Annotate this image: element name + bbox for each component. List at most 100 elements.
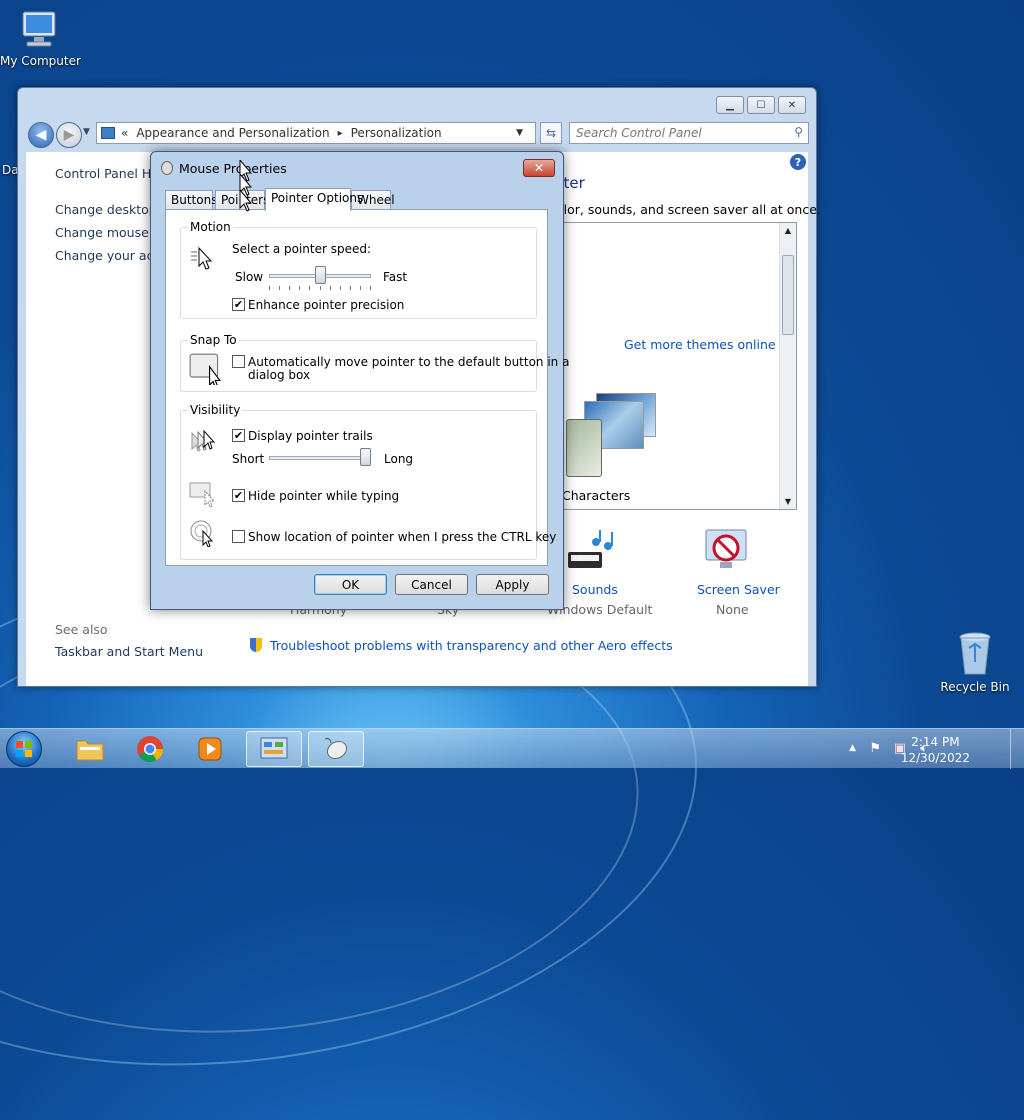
show-location-checkbox[interactable]	[232, 530, 245, 543]
enhance-precision-checkbox[interactable]: ✔	[232, 298, 245, 311]
pointer-speed-ticks	[269, 286, 371, 290]
breadcrumb-appearance[interactable]: Appearance and Personalization	[136, 126, 329, 140]
slider-tick	[319, 286, 321, 290]
taskbar-start-menu-link[interactable]: Taskbar and Start Menu	[55, 644, 203, 659]
slider-tick	[279, 286, 281, 290]
action-center-icon[interactable]: ⚑	[869, 741, 881, 756]
control-panel-icon	[260, 737, 288, 759]
taskbar-media-player[interactable]	[182, 731, 238, 767]
system-clock[interactable]: 2:14 PM 12/30/2022	[901, 734, 970, 766]
tab-pointer-options[interactable]: Pointer Options	[265, 188, 363, 211]
scroll-up-icon[interactable]: ▲	[780, 226, 796, 235]
refresh-button[interactable]: ⇆	[540, 122, 562, 144]
search-icon[interactable]: ⚲	[794, 125, 803, 139]
show-hidden-icons[interactable]: ▲	[849, 743, 856, 753]
start-button[interactable]	[6, 731, 42, 767]
window-caption-buttons: ▁ ☐ ✕	[713, 96, 806, 114]
mouse-properties-dialog: Mouse Properties ✕ Buttons Pointers Poin…	[150, 151, 569, 610]
tab-buttons[interactable]: Buttons	[165, 190, 217, 210]
back-button[interactable]: ◀	[28, 122, 54, 148]
scroll-down-icon[interactable]: ▼	[780, 497, 796, 506]
mouse-icon	[161, 161, 173, 175]
clock-date: 12/30/2022	[900, 751, 970, 765]
trail-length-track[interactable]	[269, 456, 371, 460]
breadcrumb-personalization[interactable]: Personalization	[351, 126, 442, 140]
help-icon[interactable]: ?	[790, 154, 806, 170]
pointer-trails-icon	[191, 429, 216, 452]
address-dropdown-icon[interactable]: ▼	[516, 128, 523, 138]
pointer-speed-label: Select a pointer speed:	[232, 242, 372, 256]
desktop-icon-label: My Computer	[0, 54, 81, 68]
slider-tick	[289, 286, 291, 290]
pointer-trails-label[interactable]: Display pointer trails	[248, 429, 373, 443]
computer-icon	[22, 11, 56, 47]
search-placeholder: Search Control Panel	[576, 126, 702, 140]
taskbar-chrome[interactable]	[122, 731, 178, 767]
slider-tick	[329, 286, 331, 290]
control-panel-home-link[interactable]: Control Panel Hor	[55, 166, 164, 181]
short-label: Short	[232, 452, 265, 466]
cancel-button[interactable]: Cancel	[395, 574, 468, 595]
slider-tick	[339, 286, 341, 290]
troubleshoot-transparency-link[interactable]: Troubleshoot problems with transparency …	[270, 638, 673, 653]
recent-pages-dropdown-icon[interactable]: ▼	[83, 127, 90, 137]
taskbar: ▲ ⚑ ▣ 🔈︎ 2:14 PM 12/30/2022	[0, 728, 1024, 769]
maximize-button[interactable]: ☐	[747, 96, 775, 114]
show-location-icon	[190, 520, 214, 547]
trail-length-slider[interactable]	[360, 448, 371, 466]
theme-list-scrollbar[interactable]: ▲ ▼	[779, 223, 796, 509]
dialog-close-button[interactable]: ✕	[523, 159, 555, 177]
control-panel-icon	[101, 127, 115, 139]
dialog-title: Mouse Properties	[179, 161, 287, 176]
snap-to-checkbox[interactable]	[232, 355, 245, 368]
show-location-label[interactable]: Show location of pointer when I press th…	[248, 530, 556, 544]
desktop-icon-recycle-bin[interactable]: Recycle Bin	[940, 630, 1010, 694]
get-more-themes-link[interactable]: Get more themes online	[624, 337, 776, 352]
snap-to-label-line1[interactable]: Automatically move pointer to the defaul…	[248, 355, 569, 369]
characters-theme-thumbnail[interactable]	[566, 385, 656, 485]
motion-group-label: Motion	[188, 220, 233, 234]
personalization-description: olor, sounds, and screen saver all at on…	[556, 202, 821, 217]
mouse-cursor-trail	[239, 160, 253, 212]
slider-tick	[370, 286, 371, 290]
taskbar-mouse-properties[interactable]	[308, 731, 364, 767]
characters-theme-label[interactable]: Characters	[562, 488, 630, 503]
apply-button[interactable]: Apply	[476, 574, 549, 595]
screen-saver-icon[interactable]	[702, 528, 752, 574]
screen-saver-value: None	[716, 602, 749, 617]
hide-pointer-label[interactable]: Hide pointer while typing	[248, 489, 399, 503]
chrome-icon	[137, 736, 164, 763]
hide-pointer-checkbox[interactable]: ✔	[232, 489, 245, 502]
navigation-bar: ◀ ▶ ▼ « Appearance and Personalization ▸…	[26, 120, 809, 148]
snap-to-label-line2[interactable]: dialog box	[248, 368, 310, 382]
slider-tick	[269, 286, 270, 290]
motion-group: Motion Select a pointer speed: Slow Fast…	[180, 220, 537, 319]
long-label: Long	[384, 452, 414, 466]
folder-icon	[76, 740, 104, 761]
pointer-speed-slider[interactable]	[314, 266, 326, 284]
breadcrumb-arrow-icon[interactable]: ▸	[338, 128, 343, 139]
sounds-link[interactable]: Sounds	[572, 582, 618, 597]
address-bar[interactable]: « Appearance and Personalization ▸ Perso…	[96, 122, 536, 144]
forward-button[interactable]: ▶	[56, 122, 82, 148]
show-desktop-button[interactable]	[1010, 729, 1024, 769]
snap-to-group: Snap To Automatically move pointer to th…	[180, 333, 569, 392]
pointer-options-panel: Motion Select a pointer speed: Slow Fast…	[165, 209, 569, 566]
slider-tick	[309, 286, 311, 290]
enhance-precision-label[interactable]: Enhance pointer precision	[248, 298, 404, 312]
ok-button[interactable]: OK	[314, 574, 387, 595]
screen-saver-link[interactable]: Screen Saver	[697, 582, 780, 597]
search-input[interactable]: Search Control Panel ⚲	[569, 122, 809, 144]
close-button[interactable]: ✕	[778, 96, 806, 114]
desktop-icon-my-computer[interactable]: My Computer	[0, 8, 81, 68]
visibility-group: Visibility ✔ Display pointer trails Shor…	[180, 403, 556, 560]
taskbar-control-panel[interactable]	[246, 731, 302, 767]
hide-pointer-icon	[189, 482, 216, 508]
taskbar-explorer[interactable]	[62, 731, 118, 767]
scroll-thumb[interactable]	[782, 255, 794, 335]
mouse-icon	[324, 738, 348, 760]
minimize-button[interactable]: ▁	[716, 96, 744, 114]
sounds-icon[interactable]	[566, 528, 616, 572]
pointer-trails-checkbox[interactable]: ✔	[232, 429, 245, 442]
breadcrumb-overflow[interactable]: «	[121, 126, 128, 140]
